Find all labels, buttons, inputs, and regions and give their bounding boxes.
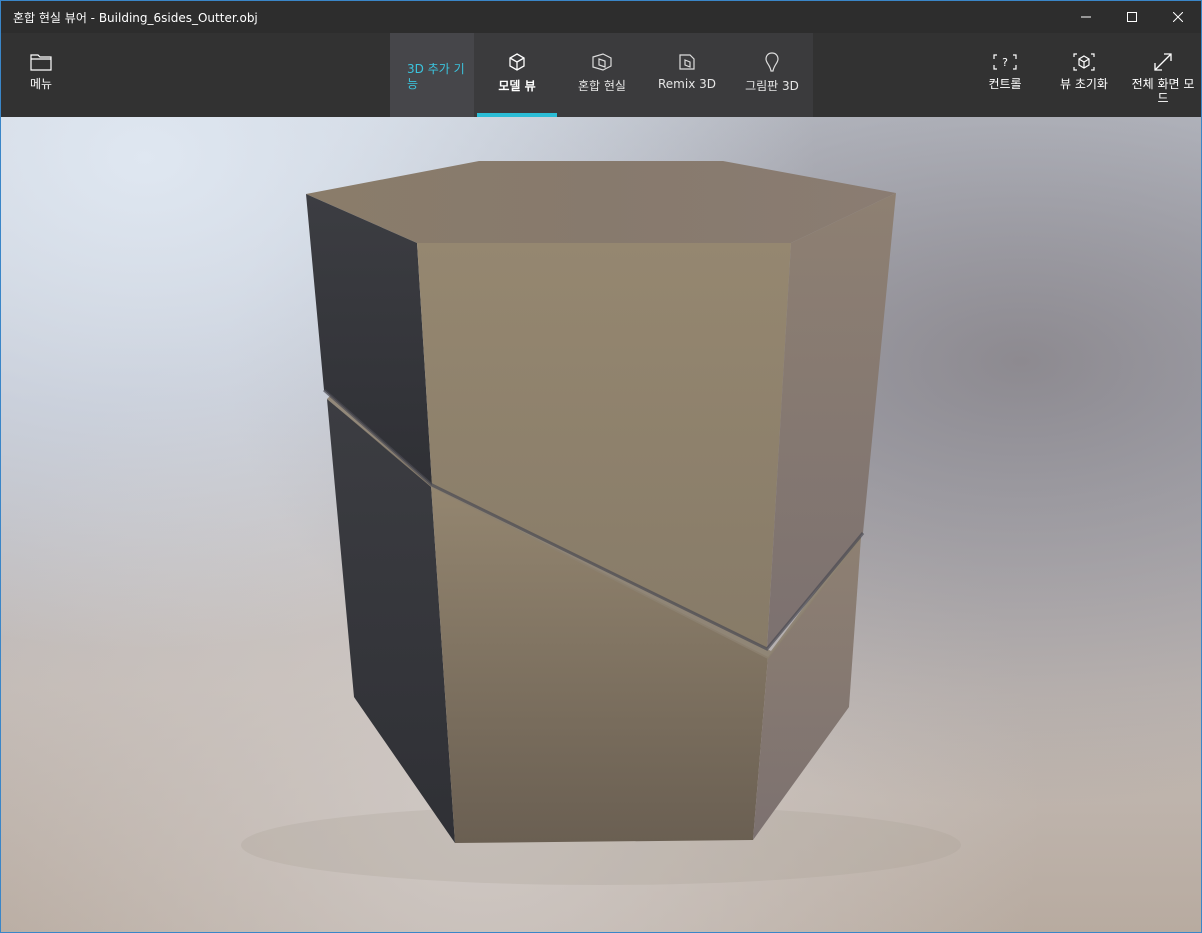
app-window: 혼합 현실 뷰어 - Building_6sides_Outter.obj 메뉴… bbox=[0, 0, 1202, 933]
minimize-icon bbox=[1081, 16, 1091, 18]
reset-view-icon bbox=[1073, 51, 1095, 73]
menu-label: 메뉴 bbox=[29, 77, 53, 91]
3d-addons-label: 3D 추가 기능 bbox=[407, 62, 465, 91]
3d-viewport[interactable] bbox=[1, 117, 1201, 932]
fullscreen-button[interactable]: 전체 화면 모드 bbox=[1125, 33, 1201, 117]
toolbar: 메뉴 3D 추가 기능 모델 뷰 혼합 현실 Remix 3D 그림판 3D ?… bbox=[1, 33, 1201, 117]
tab-remix-3d-label: Remix 3D bbox=[658, 77, 716, 91]
tab-remix-3d[interactable]: Remix 3D bbox=[647, 33, 727, 117]
window-title: 혼합 현실 뷰어 - Building_6sides_Outter.obj bbox=[13, 11, 258, 25]
fullscreen-label: 전체 화면 모드 bbox=[1131, 77, 1195, 105]
maximize-icon bbox=[1127, 12, 1137, 22]
folder-icon bbox=[30, 51, 52, 73]
minimize-button[interactable] bbox=[1063, 1, 1109, 33]
reset-view-button[interactable]: 뷰 초기화 bbox=[1049, 33, 1119, 117]
paint-3d-icon bbox=[764, 51, 780, 73]
tab-model-view-label: 모델 뷰 bbox=[498, 79, 536, 93]
hexagonal-building-model[interactable] bbox=[1, 117, 1201, 932]
maximize-button[interactable] bbox=[1109, 1, 1155, 33]
3d-addons-button[interactable]: 3D 추가 기능 bbox=[390, 33, 474, 117]
reset-view-label: 뷰 초기화 bbox=[1060, 77, 1108, 91]
remix-3d-icon bbox=[677, 51, 697, 73]
upper-top-face bbox=[306, 161, 896, 243]
controls-label: 컨트롤 bbox=[988, 77, 1022, 91]
close-button[interactable] bbox=[1155, 1, 1201, 33]
title-bar[interactable]: 혼합 현실 뷰어 - Building_6sides_Outter.obj bbox=[1, 1, 1201, 33]
controls-help-icon: ? bbox=[993, 51, 1017, 73]
tab-mixed-reality[interactable]: 혼합 현실 bbox=[562, 33, 642, 117]
menu-button[interactable]: 메뉴 bbox=[19, 33, 63, 117]
tab-model-view[interactable]: 모델 뷰 bbox=[477, 33, 557, 117]
tab-mixed-reality-label: 혼합 현실 bbox=[578, 79, 626, 93]
mixed-reality-icon bbox=[591, 51, 613, 73]
svg-text:?: ? bbox=[1002, 56, 1008, 69]
tab-paint-3d-label: 그림판 3D bbox=[745, 79, 799, 93]
mode-tab-group: 3D 추가 기능 모델 뷰 혼합 현실 Remix 3D 그림판 3D bbox=[390, 33, 813, 117]
fullscreen-icon bbox=[1153, 51, 1173, 73]
controls-button[interactable]: ? 컨트롤 bbox=[975, 33, 1035, 117]
cube-icon bbox=[507, 51, 527, 73]
tab-paint-3d[interactable]: 그림판 3D bbox=[732, 33, 812, 117]
close-icon bbox=[1173, 12, 1183, 22]
